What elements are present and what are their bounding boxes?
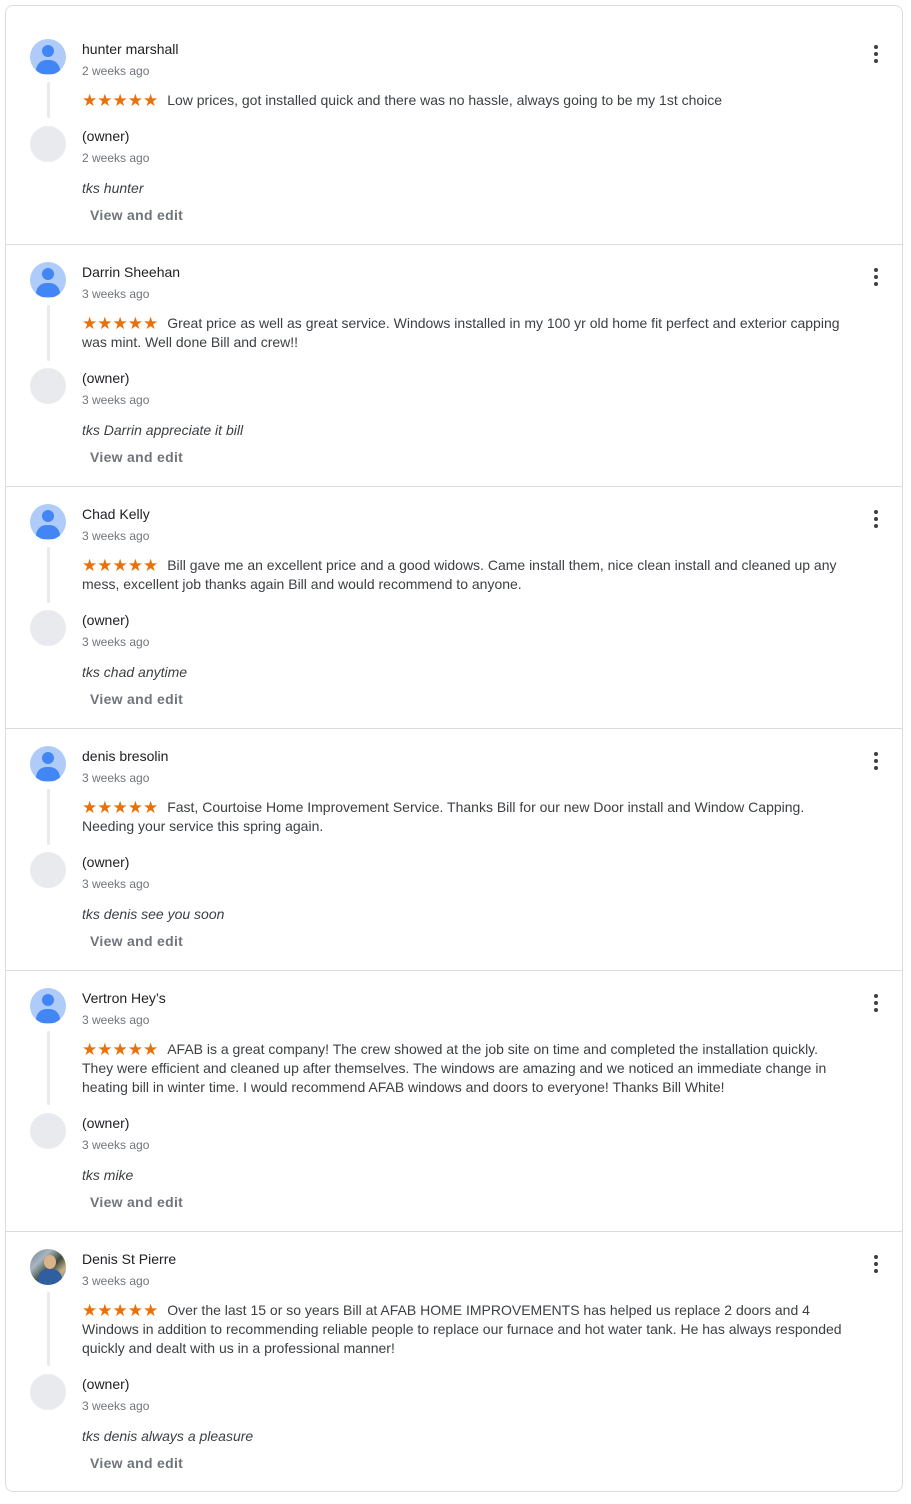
review-text-block: ★★★★★ Fast, Courtoise Home Improvement Se… bbox=[82, 798, 842, 836]
review-time: 3 weeks ago bbox=[82, 1013, 150, 1027]
owner-reply-time: 2 weeks ago bbox=[82, 151, 150, 165]
reviewer-name[interactable]: Chad Kelly bbox=[82, 505, 150, 523]
review-text: Great price as well as great service. Wi… bbox=[82, 315, 840, 350]
view-and-edit-button[interactable]: View and edit bbox=[90, 448, 183, 466]
thread-line bbox=[47, 789, 50, 845]
review-time: 3 weeks ago bbox=[82, 771, 150, 785]
owner-label: (owner) bbox=[82, 1376, 130, 1392]
owner-reply-time: 3 weeks ago bbox=[82, 1399, 150, 1413]
review-time: 3 weeks ago bbox=[82, 1274, 150, 1288]
review-text-block: ★★★★★ Low prices, got installed quick and… bbox=[82, 91, 842, 110]
owner-reply-time: 3 weeks ago bbox=[82, 1138, 150, 1152]
owner-reply-time: 3 weeks ago bbox=[82, 877, 150, 891]
thread-line bbox=[47, 547, 50, 603]
thread-line bbox=[47, 82, 50, 118]
review-text: Bill gave me an excellent price and a go… bbox=[82, 557, 837, 592]
owner-reply-time: 3 weeks ago bbox=[82, 635, 150, 649]
review-card: Darrin Sheehan 3 weeks ago ★★★★★ Great pr… bbox=[6, 245, 902, 487]
owner-reply-time: 3 weeks ago bbox=[82, 393, 150, 407]
review-text-block: ★★★★★ AFAB is a great company! The crew s… bbox=[82, 1040, 842, 1097]
more-options-icon[interactable] bbox=[862, 1250, 890, 1278]
view-and-edit-button[interactable]: View and edit bbox=[90, 1454, 183, 1472]
review-card: hunter marshall 2 weeks ago ★★★★★ Low pri… bbox=[6, 6, 902, 244]
review-text-block: ★★★★★ Great price as well as great servic… bbox=[82, 314, 842, 352]
owner-label: (owner) bbox=[82, 128, 130, 144]
review-card: Chad Kelly 3 weeks ago ★★★★★ Bill gave me… bbox=[6, 487, 902, 729]
review-text: Low prices, got installed quick and ther… bbox=[167, 92, 723, 108]
review-card: Denis St Pierre 3 weeks ago ★★★★★ Over th… bbox=[6, 1232, 902, 1491]
review-text: AFAB is a great company! The crew showed… bbox=[82, 1041, 827, 1095]
reviewer-name[interactable]: denis bresolin bbox=[82, 747, 168, 765]
review-time: 3 weeks ago bbox=[82, 529, 150, 543]
more-options-icon[interactable] bbox=[862, 989, 890, 1017]
review-time: 2 weeks ago bbox=[82, 64, 150, 78]
owner-avatar-icon bbox=[30, 852, 66, 888]
reviews-panel: hunter marshall 2 weeks ago ★★★★★ Low pri… bbox=[5, 5, 903, 1492]
user-avatar-icon[interactable] bbox=[30, 262, 66, 298]
review-text: Fast, Courtoise Home Improvement Service… bbox=[82, 799, 805, 834]
more-options-icon[interactable] bbox=[862, 505, 890, 533]
thread-line bbox=[47, 305, 50, 361]
thread-line bbox=[47, 1292, 50, 1366]
owner-reply-text: tks chad anytime bbox=[82, 664, 188, 680]
owner-reply-text: tks mike bbox=[82, 1167, 134, 1183]
review-text-block: ★★★★★ Over the last 15 or so years Bill a… bbox=[82, 1301, 842, 1358]
owner-label: (owner) bbox=[82, 1115, 130, 1131]
review-card: Vertron Hey’s 3 weeks ago ★★★★★ AFAB is a… bbox=[6, 971, 902, 1232]
user-avatar-icon[interactable] bbox=[30, 39, 66, 75]
view-and-edit-button[interactable]: View and edit bbox=[90, 1193, 183, 1211]
review-card: denis bresolin 3 weeks ago ★★★★★ Fast, Co… bbox=[6, 729, 902, 971]
owner-avatar-icon bbox=[30, 368, 66, 404]
view-and-edit-button[interactable]: View and edit bbox=[90, 206, 183, 224]
more-options-icon[interactable] bbox=[862, 263, 890, 291]
user-avatar-icon[interactable] bbox=[30, 746, 66, 782]
reviewer-name[interactable]: Vertron Hey’s bbox=[82, 989, 166, 1007]
review-time: 3 weeks ago bbox=[82, 287, 150, 301]
star-rating: ★★★★★ bbox=[82, 314, 159, 333]
profile-photo-icon[interactable] bbox=[30, 1249, 66, 1285]
review-text: Over the last 15 or so years Bill at AFA… bbox=[82, 1302, 842, 1356]
owner-reply-text: tks Darrin appreciate it bill bbox=[82, 422, 244, 438]
owner-label: (owner) bbox=[82, 612, 130, 628]
star-rating: ★★★★★ bbox=[82, 91, 159, 110]
owner-label: (owner) bbox=[82, 854, 130, 870]
owner-reply-text: tks denis always a pleasure bbox=[82, 1428, 254, 1444]
user-avatar-icon[interactable] bbox=[30, 988, 66, 1024]
owner-avatar-icon bbox=[30, 610, 66, 646]
owner-avatar-icon bbox=[30, 1113, 66, 1149]
owner-reply-text: tks hunter bbox=[82, 180, 144, 196]
reviewer-name[interactable]: hunter marshall bbox=[82, 40, 179, 58]
star-rating: ★★★★★ bbox=[82, 556, 159, 575]
reviewer-name[interactable]: Darrin Sheehan bbox=[82, 263, 180, 281]
reviewer-name[interactable]: Denis St Pierre bbox=[82, 1250, 176, 1268]
owner-avatar-icon bbox=[30, 126, 66, 162]
user-avatar-icon[interactable] bbox=[30, 504, 66, 540]
star-rating: ★★★★★ bbox=[82, 798, 159, 817]
more-options-icon[interactable] bbox=[862, 747, 890, 775]
owner-avatar-icon bbox=[30, 1374, 66, 1410]
star-rating: ★★★★★ bbox=[82, 1301, 159, 1320]
more-options-icon[interactable] bbox=[862, 40, 890, 68]
view-and-edit-button[interactable]: View and edit bbox=[90, 932, 183, 950]
star-rating: ★★★★★ bbox=[82, 1040, 159, 1059]
review-text-block: ★★★★★ Bill gave me an excellent price and… bbox=[82, 556, 842, 594]
view-and-edit-button[interactable]: View and edit bbox=[90, 690, 183, 708]
owner-label: (owner) bbox=[82, 370, 130, 386]
owner-reply-text: tks denis see you soon bbox=[82, 906, 225, 922]
thread-line bbox=[47, 1031, 50, 1105]
